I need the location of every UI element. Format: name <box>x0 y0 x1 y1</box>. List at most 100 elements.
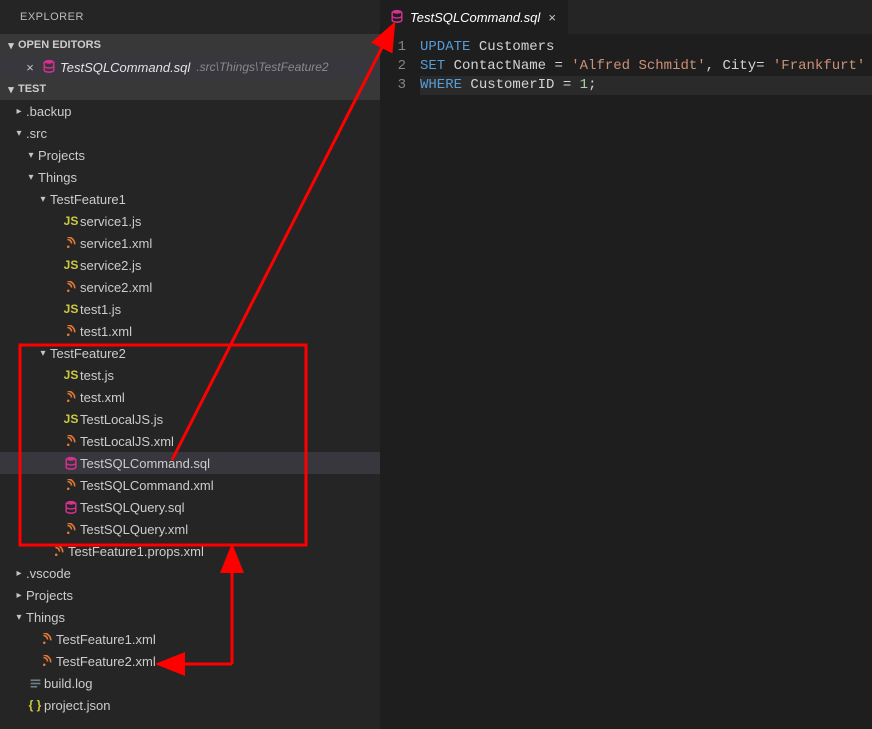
close-icon[interactable]: × <box>22 60 38 75</box>
tree-item-label: .vscode <box>26 566 71 581</box>
tree-item-label: TestFeature1.xml <box>56 632 156 647</box>
chevron-down-icon: ▾ <box>4 83 18 96</box>
database-icon <box>62 500 80 514</box>
tree-item-label: Projects <box>38 148 85 163</box>
code-line[interactable]: UPDATE Customers <box>420 38 872 57</box>
tree-file[interactable]: TestLocalJS.xml <box>0 430 380 452</box>
tree-file[interactable]: service2.xml <box>0 276 380 298</box>
tree-folder[interactable]: ▾.src <box>0 122 380 144</box>
database-icon <box>62 456 80 470</box>
json-file-icon: { } <box>26 698 44 712</box>
js-file-icon: JS <box>62 368 80 382</box>
code-token: 'Frankfurt' <box>773 58 865 74</box>
tree-folder[interactable]: ▾Projects <box>0 144 380 166</box>
line-number: 2 <box>380 57 406 76</box>
chevron-down-icon: ▾ <box>24 150 38 161</box>
database-icon <box>42 59 56 76</box>
tree-folder[interactable]: ▾TestFeature1 <box>0 188 380 210</box>
tree-item-label: build.log <box>44 676 92 691</box>
tree-file[interactable]: TestSQLCommand.sql <box>0 452 380 474</box>
tree-file[interactable]: JSTestLocalJS.js <box>0 408 380 430</box>
line-number-gutter: 123 <box>380 38 420 729</box>
chevron-down-icon: ▾ <box>36 348 50 359</box>
chevron-down-icon: ▾ <box>36 194 50 205</box>
tree-file[interactable]: TestFeature2.xml <box>0 650 380 672</box>
js-file-icon: JS <box>62 258 80 272</box>
editor-tabbar: TestSQLCommand.sql × <box>380 0 872 34</box>
database-icon <box>390 9 404 26</box>
tree-item-label: TestSQLCommand.xml <box>80 478 214 493</box>
code-lines[interactable]: UPDATE CustomersSET ContactName = 'Alfre… <box>420 38 872 729</box>
tree-file[interactable]: test1.xml <box>0 320 380 342</box>
tree-file[interactable]: JSservice2.js <box>0 254 380 276</box>
explorer-sidebar: EXPLORER ▾ OPEN EDITORS × TestSQLCommand… <box>0 0 380 729</box>
tree-folder[interactable]: ▾Things <box>0 606 380 628</box>
file-tree[interactable]: ▸.backup▾.src▾Projects▾Things▾TestFeatur… <box>0 100 380 729</box>
tree-item-label: TestLocalJS.js <box>80 412 163 427</box>
xml-file-icon <box>62 479 80 492</box>
tree-file[interactable]: TestSQLCommand.xml <box>0 474 380 496</box>
code-token: ContactName <box>445 58 554 74</box>
tree-file[interactable]: test.xml <box>0 386 380 408</box>
tree-file[interactable]: TestFeature1.props.xml <box>0 540 380 562</box>
xml-file-icon <box>50 545 68 558</box>
tree-file[interactable]: JStest.js <box>0 364 380 386</box>
js-file-icon: JS <box>62 214 80 228</box>
tree-file[interactable]: service1.xml <box>0 232 380 254</box>
project-header[interactable]: ▾ TEST <box>0 78 380 100</box>
tree-item-label: .src <box>26 126 47 141</box>
tree-item-label: TestFeature2.xml <box>56 654 156 669</box>
tree-folder[interactable]: ▸.vscode <box>0 562 380 584</box>
js-file-icon: JS <box>62 302 80 316</box>
code-token: = <box>554 58 571 74</box>
open-editor-path: .src\Things\TestFeature2 <box>196 60 328 74</box>
code-token: 'Alfred Schmidt' <box>571 58 705 74</box>
tree-folder[interactable]: ▾TestFeature2 <box>0 342 380 364</box>
xml-file-icon <box>38 655 56 668</box>
tree-file[interactable]: TestSQLQuery.sql <box>0 496 380 518</box>
code-editor[interactable]: 123 UPDATE CustomersSET ContactName = 'A… <box>380 34 872 729</box>
tree-folder[interactable]: ▾Things <box>0 166 380 188</box>
tree-item-label: TestFeature1 <box>50 192 126 207</box>
editor-tab-label: TestSQLCommand.sql <box>410 10 540 25</box>
tree-item-label: Things <box>26 610 65 625</box>
tree-item-label: test.js <box>80 368 114 383</box>
xml-file-icon <box>62 325 80 338</box>
xml-file-icon <box>62 435 80 448</box>
tree-item-label: .backup <box>26 104 72 119</box>
tree-item-label: TestSQLQuery.sql <box>80 500 185 515</box>
code-token: ; <box>588 77 596 93</box>
close-icon[interactable]: × <box>546 10 558 25</box>
tree-file[interactable]: build.log <box>0 672 380 694</box>
code-token: WHERE <box>420 77 462 93</box>
open-editors-header[interactable]: ▾ OPEN EDITORS <box>0 34 380 56</box>
tree-item-label: Projects <box>26 588 73 603</box>
editor-area: TestSQLCommand.sql × 123 UPDATE Customer… <box>380 0 872 729</box>
editor-tab[interactable]: TestSQLCommand.sql × <box>380 0 568 34</box>
open-editor-item[interactable]: × TestSQLCommand.sql .src\Things\TestFea… <box>0 56 380 78</box>
code-token: = <box>563 77 580 93</box>
chevron-right-icon: ▸ <box>12 568 26 579</box>
xml-file-icon <box>62 391 80 404</box>
tree-file[interactable]: TestSQLQuery.xml <box>0 518 380 540</box>
tree-item-label: TestFeature2 <box>50 346 126 361</box>
tree-file[interactable]: JStest1.js <box>0 298 380 320</box>
chevron-down-icon: ▾ <box>12 612 26 623</box>
tree-item-label: TestSQLQuery.xml <box>80 522 188 537</box>
tree-item-label: project.json <box>44 698 110 713</box>
code-line[interactable]: SET ContactName = 'Alfred Schmidt', City… <box>420 57 872 76</box>
tree-file[interactable]: { }project.json <box>0 694 380 716</box>
tree-folder[interactable]: ▸Projects <box>0 584 380 606</box>
xml-file-icon <box>62 281 80 294</box>
code-line[interactable]: WHERE CustomerID = 1; <box>420 76 872 95</box>
tree-item-label: test.xml <box>80 390 125 405</box>
tree-folder[interactable]: ▸.backup <box>0 100 380 122</box>
chevron-down-icon: ▾ <box>4 39 18 52</box>
tree-file[interactable]: TestFeature1.xml <box>0 628 380 650</box>
explorer-title: EXPLORER <box>0 0 380 34</box>
log-file-icon <box>26 677 44 690</box>
code-token: UPDATE <box>420 39 470 55</box>
tree-file[interactable]: JSservice1.js <box>0 210 380 232</box>
line-number: 1 <box>380 38 406 57</box>
tree-item-label: TestSQLCommand.sql <box>80 456 210 471</box>
